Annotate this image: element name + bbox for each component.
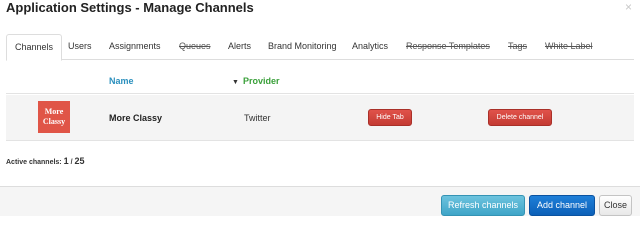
channel-provider: Twitter xyxy=(244,113,271,123)
close-button[interactable]: Close xyxy=(599,195,632,216)
tab-users[interactable]: Users xyxy=(68,34,92,60)
column-header-provider-label: Provider xyxy=(242,76,280,86)
tab-brand-monitoring[interactable]: Brand Monitoring xyxy=(268,34,337,60)
avatar: More Classy xyxy=(38,101,70,133)
tab-analytics[interactable]: Analytics xyxy=(352,34,388,60)
tab-white-label[interactable]: White Label xyxy=(545,34,593,60)
tab-alerts[interactable]: Alerts xyxy=(228,34,251,60)
tab-bar: Channels Users Assignments Queues Alerts… xyxy=(6,34,634,61)
active-channels-total: 25 xyxy=(74,156,85,166)
table-row: More Classy More Classy Twitter Hide Tab… xyxy=(6,95,634,141)
tab-channels[interactable]: Channels xyxy=(6,34,63,61)
hide-tab-button[interactable]: Hide Tab xyxy=(368,109,412,126)
active-channels-summary: Active channels: 1 / 25 xyxy=(6,156,84,166)
active-channels-count: 1 xyxy=(63,156,69,166)
tab-assignments[interactable]: Assignments xyxy=(109,34,161,60)
close-icon[interactable]: × xyxy=(625,0,632,14)
dialog-footer: Refresh channels Add channel Close xyxy=(0,186,640,216)
dialog-title: Application Settings - Manage Channels xyxy=(6,0,254,15)
add-channel-button[interactable]: Add channel xyxy=(529,195,595,216)
sort-desc-icon: ▼ xyxy=(232,79,239,86)
tab-queues[interactable]: Queues xyxy=(179,34,211,60)
column-header-name[interactable]: Name xyxy=(109,76,134,86)
table-header: Name ▼ Provider xyxy=(6,70,634,94)
active-channels-separator: / xyxy=(70,159,73,166)
tab-tags[interactable]: Tags xyxy=(508,34,527,60)
column-header-provider[interactable]: ▼ Provider xyxy=(232,76,279,86)
channel-name: More Classy xyxy=(109,113,163,123)
active-channels-label: Active channels: xyxy=(6,159,62,166)
delete-channel-button[interactable]: Delete channel xyxy=(488,109,552,126)
refresh-channels-button[interactable]: Refresh channels xyxy=(441,195,525,216)
tab-response-templates[interactable]: Response Templates xyxy=(406,34,490,60)
